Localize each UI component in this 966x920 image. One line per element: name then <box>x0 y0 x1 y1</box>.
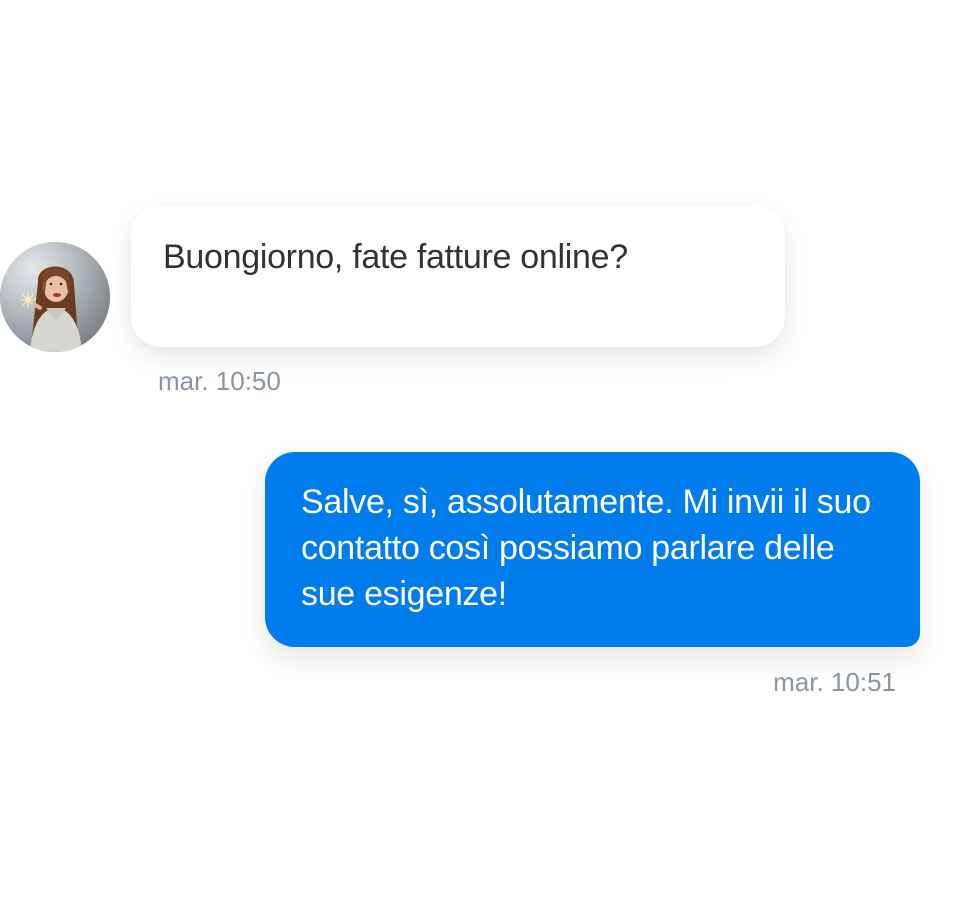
avatar-photo-icon <box>0 242 110 352</box>
outgoing-message-text: Salve, sì, assolutamente. Mi invii il su… <box>301 483 871 613</box>
outgoing-message-timestamp: mar. 10:51 <box>773 667 896 697</box>
incoming-message-text: Buongiorno, fate fatture online? <box>163 238 628 276</box>
chat-thread: Buongiorno, fate fatture online? mar. 10… <box>0 0 966 920</box>
incoming-message-bubble[interactable]: Buongiorno, fate fatture online? <box>131 205 785 347</box>
sender-avatar[interactable] <box>0 242 110 352</box>
incoming-message-timestamp: mar. 10:50 <box>158 366 281 396</box>
outgoing-message-bubble[interactable]: Salve, sì, assolutamente. Mi invii il su… <box>265 452 920 647</box>
